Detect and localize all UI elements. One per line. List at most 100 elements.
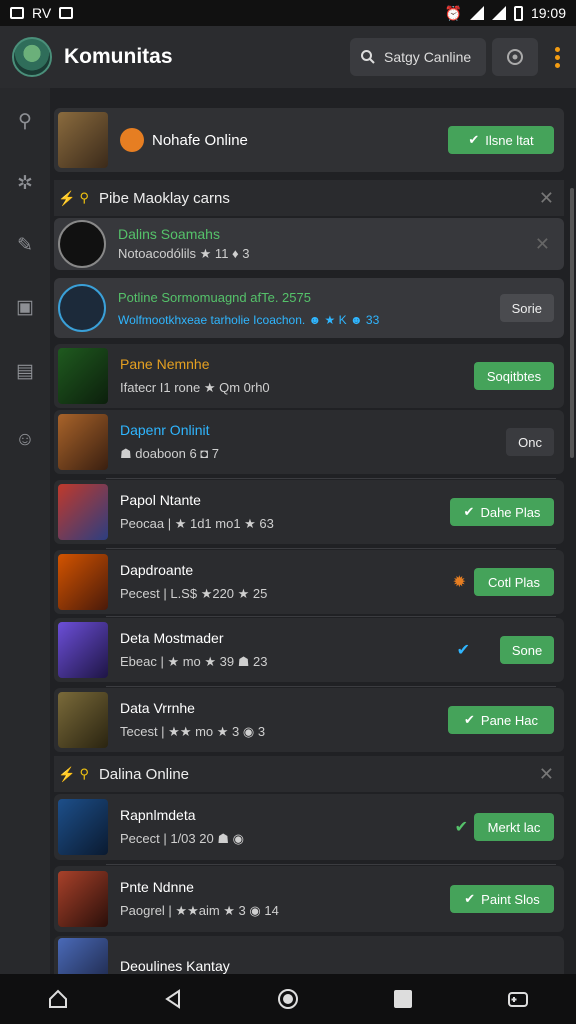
- check-icon: ✔: [464, 891, 476, 906]
- check-icon: ✔: [464, 712, 475, 727]
- pinned-game-card[interactable]: Nohafe Online ✔ Ilsne ltat: [54, 108, 564, 172]
- star-icon: ✹: [452, 574, 466, 591]
- search-icon: [361, 50, 375, 64]
- game-name: Deoulines Kantay: [120, 958, 230, 974]
- game-name: Potline Sormomuagnd afTe. 2575: [118, 289, 311, 305]
- divider: [106, 864, 556, 865]
- game-thumbnail: [58, 220, 106, 268]
- action-button[interactable]: ✔ Dahe Plas: [450, 498, 554, 526]
- game-thumbnail: [58, 622, 108, 678]
- notification-icon: [59, 7, 74, 19]
- action-button[interactable]: ✔ Paint Slos: [450, 885, 554, 913]
- edit-icon[interactable]: ✎: [13, 234, 37, 258]
- section-header: ⚡ ⚲ Dalina Online ✕: [54, 756, 564, 792]
- game-name: Papol Ntante: [120, 492, 201, 508]
- gallery-icon[interactable]: ▤: [13, 360, 37, 384]
- list-item[interactable]: Pane Nemnhe Ifatecr I1 rone ★ Qm 0rh0 So…: [54, 344, 564, 408]
- list-item[interactable]: Rapnlmdeta Pecect | 1/03 20 ☗ ◉ ✔ Merkt …: [54, 794, 564, 860]
- profile-icon[interactable]: ☺: [13, 428, 37, 452]
- app-bar: Komunitas Satgy Canline: [0, 26, 576, 88]
- action-button[interactable]: Sorie: [499, 294, 554, 322]
- more-menu-button[interactable]: [550, 46, 564, 68]
- avatar[interactable]: [12, 37, 52, 77]
- action-button[interactable]: ✔ Pane Hac: [448, 706, 554, 734]
- game-thumbnail: [58, 692, 108, 748]
- list-item[interactable]: Deta Mostmader Ebeac | ★ mo ★ 39 ☗ 23 ✔ …: [54, 618, 564, 682]
- search-label: Satgy Canline: [384, 49, 472, 65]
- store-icon[interactable]: ▣: [13, 296, 37, 320]
- check-icon: ✔: [454, 819, 468, 836]
- list-item[interactable]: Papol Ntante Peocaa | ★ 1d1 mo1 ★ 63 ✔ D…: [54, 480, 564, 544]
- section-header: ⚡ ⚲ Pibe Maoklay carns ✕: [54, 180, 564, 216]
- recents-icon[interactable]: [388, 984, 418, 1014]
- action-button[interactable]: Soqitbtes: [474, 362, 554, 390]
- game-meta: Ebeac | ★ mo ★ 39 ☗ 23: [120, 654, 268, 669]
- section-title: Dalina Online: [98, 765, 190, 783]
- chat-icon[interactable]: ⚲: [13, 110, 37, 134]
- check-icon: ✔: [463, 504, 475, 519]
- game-name: Dapdroante: [120, 562, 194, 578]
- bolt-icon: ⚡: [58, 189, 76, 206]
- game-meta: Ifatecr I1 rone ★ Qm 0rh0: [120, 380, 270, 395]
- action-button[interactable]: Onc: [506, 428, 554, 456]
- list-item[interactable]: Deoulines Kantay: [54, 936, 564, 974]
- game-name: Dalins Soamahs: [118, 226, 220, 242]
- game-meta: Pecest | L.S$ ★220 ★ 25: [120, 586, 268, 601]
- search-icon: ⚲: [79, 766, 89, 781]
- game-thumbnail: [58, 112, 108, 168]
- bolt-icon: ⚡: [58, 765, 76, 782]
- divider: [106, 686, 556, 687]
- action-button[interactable]: Cotl Plas: [474, 568, 554, 596]
- list-item[interactable]: Potline Sormomuagnd afTe. 2575 Wolfmootk…: [54, 278, 564, 338]
- game-name: Pnte Ndnne: [120, 879, 194, 895]
- list-item[interactable]: Dapenr Onlinit ☗ doaboon 6 ◘ 7 Onc: [54, 410, 564, 474]
- game-thumbnail: [58, 348, 108, 404]
- game-thumbnail: [58, 938, 108, 974]
- game-meta: Peocaa | ★ 1d1 mo1 ★ 63: [120, 516, 274, 531]
- game-name: Nohafe Online: [152, 131, 248, 149]
- signal-icon: [491, 6, 506, 20]
- game-name: Dapenr Onlinit: [120, 422, 210, 438]
- divider: [106, 478, 556, 479]
- game-thumbnail: [58, 284, 106, 332]
- check-icon: ✔: [468, 132, 480, 147]
- settings-button[interactable]: [492, 38, 538, 76]
- settings-icon[interactable]: ✲: [13, 172, 37, 196]
- game-thumbnail: [58, 871, 108, 927]
- home-circle-icon[interactable]: [273, 984, 303, 1014]
- status-time: 19:09: [530, 5, 566, 21]
- list-item[interactable]: Dalins Soamahs Notoacodólils ★ 11 ♦ 3 ✕: [54, 218, 564, 270]
- close-icon[interactable]: ✕: [535, 234, 550, 255]
- battery-icon: [513, 5, 523, 21]
- close-icon[interactable]: ✕: [539, 188, 560, 209]
- search-button[interactable]: Satgy Canline: [350, 38, 486, 76]
- navigation-rail: ⚲ ✲ ✎ ▣ ▤ ☺: [0, 88, 50, 974]
- list-item[interactable]: Dapdroante Pecest | L.S$ ★220 ★ 25 ✹ Cot…: [54, 550, 564, 614]
- list-item[interactable]: Data Vrrnhe Tecest | ★★ mo ★ 3 ◉ 3 ✔ Pan…: [54, 688, 564, 752]
- play-button[interactable]: ✔ Ilsne ltat: [448, 126, 554, 154]
- alarm-icon: ⏰: [444, 4, 462, 21]
- game-meta: ☗ doaboon 6 ◘ 7: [120, 446, 220, 461]
- action-button[interactable]: Merkt lac: [474, 813, 554, 841]
- gear-icon: [507, 49, 523, 65]
- game-meta: Paogrel | ★★aim ★ 3 ◉ 14: [120, 903, 279, 918]
- back-icon[interactable]: [158, 984, 188, 1014]
- status-bar: RV ⏰ 19:09: [0, 0, 576, 26]
- section-title: Pibe Maoklay carns: [98, 189, 230, 207]
- main-content: Nohafe Online ✔ Ilsne ltat ⚡ ⚲ Pibe Maok…: [50, 88, 576, 974]
- action-button[interactable]: Sone: [500, 636, 554, 664]
- game-name: Pane Nemnhe: [120, 356, 210, 372]
- wifi-icon: [469, 6, 484, 20]
- list-item[interactable]: Pnte Ndnne Paogrel | ★★aim ★ 3 ◉ 14 ✔ Pa…: [54, 866, 564, 932]
- gamepad-icon[interactable]: [503, 984, 533, 1014]
- game-thumbnail: [58, 484, 108, 540]
- close-icon[interactable]: ✕: [539, 764, 560, 785]
- game-name: Rapnlmdeta: [120, 807, 196, 823]
- search-icon: ⚲: [79, 190, 89, 205]
- game-thumbnail: [58, 414, 108, 470]
- home-icon[interactable]: [43, 984, 73, 1014]
- game-meta: Tecest | ★★ mo ★ 3 ◉ 3: [120, 724, 266, 739]
- fire-icon: [120, 128, 144, 152]
- notification-icon: [10, 7, 24, 19]
- scrollbar[interactable]: [570, 188, 574, 458]
